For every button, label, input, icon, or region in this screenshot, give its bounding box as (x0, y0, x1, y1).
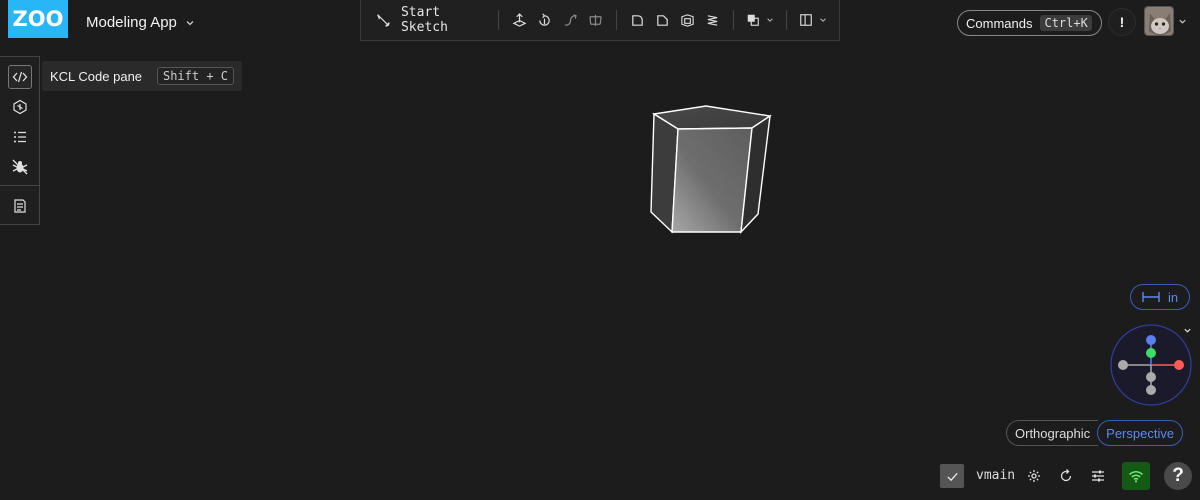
revolve-icon (539, 13, 551, 26)
variables-button[interactable] (8, 125, 32, 149)
chevron-down-icon (820, 18, 826, 22)
logs-icon (14, 199, 26, 213)
gizmo-neg-z-axis[interactable] (1146, 385, 1156, 395)
boolean-dropdown[interactable] (742, 6, 778, 34)
extrude-button[interactable] (507, 6, 532, 34)
code-pane-button[interactable] (8, 65, 32, 89)
chevron-down-icon[interactable] (1178, 17, 1187, 26)
fillet-icon (631, 14, 643, 26)
zoo-logo[interactable]: ZOO (8, 0, 68, 38)
gizmo-neg-y-axis[interactable] (1146, 372, 1156, 382)
settings-button[interactable] (1024, 466, 1044, 486)
wifi-icon (1129, 471, 1143, 483)
commands-shortcut: Ctrl+K (1040, 15, 1092, 31)
gear-icon (1028, 470, 1040, 482)
commands-button[interactable]: Commands Ctrl+K (957, 10, 1102, 36)
features-button[interactable] (8, 95, 32, 119)
chamfer-icon (657, 14, 668, 26)
start-sketch-label: Start Sketch (400, 5, 448, 35)
gizmo-y-axis[interactable] (1146, 348, 1156, 358)
debug-icon (12, 159, 28, 175)
commands-label: Commands (966, 15, 1033, 31)
tooltip-shortcut: Shift + C (156, 67, 234, 85)
avatar[interactable] (1144, 6, 1174, 36)
loft-button[interactable] (583, 6, 608, 34)
revolve-button[interactable] (532, 6, 557, 34)
toolbar-divider (786, 10, 787, 30)
shell-icon (681, 13, 694, 27)
units-label: in (1167, 289, 1179, 305)
help-button[interactable]: ? (1164, 462, 1192, 490)
notification-button[interactable]: ! (1108, 8, 1136, 36)
network-status-button[interactable] (1122, 462, 1150, 490)
project-menu[interactable]: Modeling App (86, 14, 195, 31)
sweep-icon (564, 13, 577, 26)
refresh-icon (1060, 469, 1072, 482)
helix-icon (707, 14, 718, 26)
sliders-icon (1092, 470, 1104, 482)
rail-divider (0, 185, 39, 186)
pencil-icon (377, 14, 390, 27)
logs-button[interactable] (8, 194, 32, 218)
toolbar-divider (733, 10, 735, 30)
project-name: Modeling App (86, 14, 177, 31)
debug-button[interactable] (8, 155, 32, 179)
gizmo-x-axis[interactable] (1174, 360, 1184, 370)
plane-icon (800, 14, 812, 26)
loft-icon (589, 14, 602, 26)
gizmo-neg-x-axis[interactable] (1118, 360, 1128, 370)
toolbar-divider (498, 10, 500, 30)
helix-button[interactable] (700, 6, 725, 34)
preferences-button[interactable] (1088, 466, 1108, 486)
axis-gizmo[interactable] (1110, 324, 1192, 406)
tooltip-label: KCL Code pane (50, 68, 143, 84)
ruler-icon (1142, 292, 1160, 302)
sync-status-button[interactable] (940, 464, 964, 488)
variables-icon (14, 131, 26, 143)
chevron-down-icon (767, 18, 773, 22)
features-icon (13, 99, 27, 115)
sweep-button[interactable] (558, 6, 583, 34)
extrude-icon (512, 12, 527, 27)
pane-rail (0, 56, 40, 225)
fillet-button[interactable] (625, 6, 650, 34)
units-button[interactable]: in (1130, 284, 1190, 310)
boolean-icon (747, 14, 759, 26)
gizmo-z-axis[interactable] (1146, 335, 1156, 345)
shell-button[interactable] (675, 6, 700, 34)
orthographic-button[interactable]: Orthographic (1006, 420, 1099, 446)
toolbar-divider (615, 10, 617, 30)
modeling-toolbar: Start Sketch (360, 0, 840, 41)
refresh-button[interactable] (1056, 466, 1076, 486)
chevron-down-icon (186, 20, 194, 25)
user-avatar-icon (1145, 7, 1173, 35)
3d-model-viewport-object[interactable] (640, 98, 780, 243)
code-pane-icon (12, 71, 28, 83)
projection-toggle: Orthographic Perspective (1006, 420, 1184, 446)
start-sketch-button[interactable]: Start Sketch (369, 5, 490, 35)
check-icon (946, 472, 958, 481)
code-pane-tooltip: KCL Code pane Shift + C (42, 61, 242, 91)
branch-label: vmain (976, 468, 1016, 483)
logo-text: ZOO (12, 7, 64, 31)
chamfer-button[interactable] (650, 6, 675, 34)
perspective-button[interactable]: Perspective (1097, 420, 1184, 446)
plane-dropdown[interactable] (795, 6, 831, 34)
